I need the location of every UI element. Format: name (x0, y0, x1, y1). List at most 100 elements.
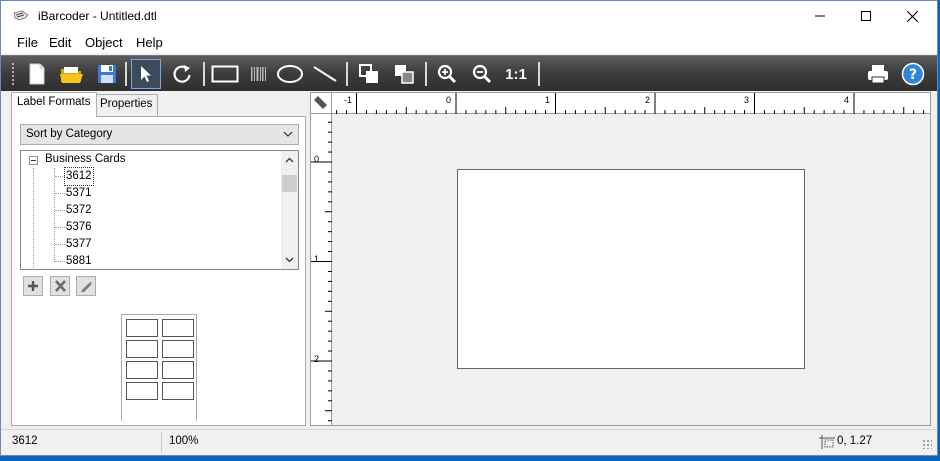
actual-size-button[interactable]: 1:1 (501, 59, 531, 89)
menu-help[interactable]: Help (136, 35, 163, 50)
ruler-label: 0 (446, 95, 452, 105)
maximize-icon (861, 11, 871, 21)
tree-item-label: 5881 (66, 255, 92, 267)
tree-node-label: Business Cards (45, 153, 126, 165)
minimize-button[interactable] (797, 1, 843, 31)
app-window: iBarcoder - Untitled.dtl File Edit Objec… (0, 0, 938, 456)
open-button[interactable] (57, 59, 87, 89)
line-icon (313, 66, 337, 82)
tree-item[interactable]: 5377 (21, 236, 283, 253)
help-button[interactable]: ? (898, 59, 928, 89)
tree-item[interactable]: 3612 (21, 167, 283, 186)
zoom-out-icon (472, 64, 492, 84)
bring-front-icon (359, 64, 378, 83)
resize-grip[interactable] (922, 439, 932, 449)
tree-item[interactable]: 5376 (21, 219, 283, 236)
ruler-label: 1 (545, 95, 551, 105)
tree-item[interactable]: 5372 (21, 202, 283, 219)
bring-to-front-button[interactable] (354, 59, 384, 89)
rotate-icon (173, 65, 191, 83)
ruler-label: 3 (744, 95, 750, 105)
label-formats-page: Sort by Category Business Cards 3612 537… (11, 116, 306, 426)
tree-item-label: 5377 (66, 238, 92, 250)
select-tool-button[interactable] (131, 59, 161, 89)
tab-label-formats[interactable]: Label Formats (11, 92, 97, 117)
printer-icon (868, 65, 888, 84)
barcode-tool-button[interactable] (244, 59, 274, 89)
pointer-arrow-icon (141, 66, 151, 82)
title-bar: iBarcoder - Untitled.dtl (1, 1, 937, 31)
ruler-label: 2 (314, 354, 320, 364)
rectangle-tool-button[interactable] (210, 59, 240, 89)
status-format: 3612 (12, 435, 38, 447)
barcode-icon (251, 67, 266, 81)
rotate-tool-button[interactable] (167, 59, 197, 89)
save-button[interactable] (92, 59, 122, 89)
edit-format-button[interactable] (76, 276, 96, 296)
plus-icon (28, 281, 38, 291)
sort-combo[interactable]: Sort by Category (20, 124, 299, 145)
scroll-down-icon[interactable] (285, 255, 294, 264)
print-button[interactable] (863, 59, 893, 89)
tree-scrollbar[interactable] (281, 151, 298, 269)
delete-format-button[interactable] (50, 276, 70, 296)
menu-edit[interactable]: Edit (49, 35, 71, 50)
send-to-back-button[interactable] (389, 59, 419, 89)
tree-item-label: 5376 (66, 221, 92, 233)
cursor-position-icon (819, 435, 835, 449)
menu-file[interactable]: File (17, 35, 38, 50)
main-toolbar: 1:1 ? (1, 55, 937, 91)
tab-properties[interactable]: Properties (94, 94, 159, 116)
scroll-up-icon[interactable] (285, 156, 294, 165)
ruler-label: 0 (314, 154, 320, 164)
tree-item[interactable]: 5881 (21, 253, 283, 269)
label-design-surface[interactable] (457, 169, 805, 369)
preview-label-cell (162, 340, 194, 358)
preview-label-cell (162, 361, 194, 379)
sort-combo-value: Sort by Category (26, 128, 113, 140)
chevron-down-icon (283, 131, 293, 137)
ruler-label: 2 (645, 95, 651, 105)
preview-label-cell (126, 361, 158, 379)
toolbar-separator (125, 62, 127, 86)
zoom-in-icon (437, 64, 457, 84)
zoom-in-button[interactable] (432, 59, 462, 89)
left-panel: Label Formats Properties Sort by Categor… (11, 92, 306, 426)
toolbar-separator (346, 62, 348, 86)
preview-label-cell (126, 319, 158, 337)
tree-node-business-cards[interactable]: Business Cards (21, 151, 283, 168)
toolbar-separator (203, 62, 205, 86)
zoom-out-button[interactable] (467, 59, 497, 89)
status-bar: 3612 100% 0, 1.27 (1, 429, 937, 453)
line-tool-button[interactable] (310, 59, 340, 89)
collapse-icon[interactable] (29, 156, 38, 165)
send-back-icon (395, 65, 414, 84)
label-format-tree[interactable]: Business Cards 3612 5371 5372 5376 5377 … (20, 150, 299, 270)
scroll-thumb[interactable] (282, 175, 297, 192)
ellipse-tool-button[interactable] (275, 59, 305, 89)
label-sheet-preview (121, 314, 197, 421)
svg-text:?: ? (909, 67, 917, 83)
barcode-scanner-icon (13, 10, 29, 21)
design-canvas-area[interactable]: -1 0 1 2 3 4 0 1 2 (310, 92, 931, 426)
toolbar-grip[interactable] (11, 62, 15, 86)
ruler-label: -1 (344, 95, 353, 105)
preview-label-cell (162, 319, 194, 337)
new-document-icon (29, 63, 45, 85)
panel-tabs: Label Formats Properties (11, 92, 306, 117)
tree-item[interactable]: 5371 (21, 185, 283, 202)
ruler-corner[interactable] (311, 93, 332, 114)
toolbar-separator (538, 62, 540, 86)
tree-item-label: 5371 (66, 187, 92, 199)
close-button[interactable] (889, 1, 935, 31)
new-button[interactable] (22, 59, 52, 89)
toolbar-separator (425, 62, 427, 86)
status-coordinates: 0, 1.27 (837, 435, 873, 447)
ruler-corner-icon (311, 93, 331, 113)
add-format-button[interactable] (23, 276, 43, 296)
menu-object[interactable]: Object (85, 35, 123, 50)
maximize-button[interactable] (843, 1, 889, 31)
ruler-label: 1 (314, 254, 320, 264)
rectangle-icon (211, 65, 239, 83)
status-zoom: 100% (169, 435, 199, 447)
